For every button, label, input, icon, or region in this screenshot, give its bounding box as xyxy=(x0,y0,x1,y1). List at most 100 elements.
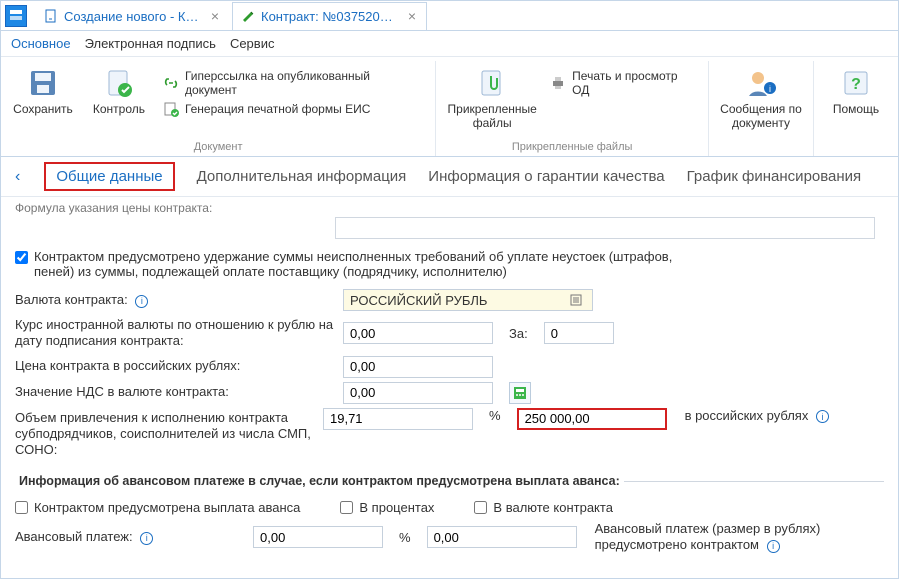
rate-input[interactable] xyxy=(343,322,493,344)
hyperlink-label: Гиперссылка на опубликованный документ xyxy=(185,69,425,97)
form-area: Формула указания цены контракта: Контрак… xyxy=(1,197,898,580)
smp-percent-input[interactable] xyxy=(323,408,473,430)
advance-legend: Информация об авансовом платеже в случае… xyxy=(15,474,624,488)
person-info-icon: i xyxy=(745,67,777,99)
doc-tab-label: Контракт: №0375200005... xyxy=(261,9,400,24)
close-icon[interactable]: × xyxy=(209,8,221,24)
menu-bar: Основное Электронная подпись Сервис xyxy=(1,31,898,57)
smp-suffix: в российских рублях i xyxy=(685,408,829,424)
ribbon-group-label xyxy=(824,139,888,156)
messages-button[interactable]: i Сообщения по документу xyxy=(719,63,803,131)
price-rub-label: Цена контракта в российских рублях: xyxy=(15,358,335,374)
svg-text:?: ? xyxy=(851,76,861,93)
percent-sign: % xyxy=(399,530,411,545)
document-tab-bar: Создание нового - Конт... × Контракт: №0… xyxy=(1,1,898,31)
currency-value: РОССИЙСКИЙ РУБЛЬ xyxy=(350,293,487,308)
print-link-list: Печать и просмотр ОД xyxy=(550,63,698,97)
attached-files-button[interactable]: Прикрепленные файлы xyxy=(446,63,538,131)
app-icon[interactable] xyxy=(5,5,27,27)
menu-main[interactable]: Основное xyxy=(11,36,71,51)
advance-currency-row[interactable]: В валюте контракта xyxy=(474,500,613,515)
control-icon xyxy=(103,67,135,99)
dropdown-icon xyxy=(570,294,586,306)
advance-checkbox[interactable] xyxy=(15,501,28,514)
hyperlink-published-button[interactable]: Гиперссылка на опубликованный документ xyxy=(163,69,425,97)
info-icon[interactable]: i xyxy=(135,295,148,308)
save-label: Сохранить xyxy=(13,103,73,117)
control-label: Контроль xyxy=(93,103,145,117)
doc-tab-contract[interactable]: Контракт: №0375200005... × xyxy=(232,2,427,30)
smp-label: Объем привлечения к исполнению контракта… xyxy=(15,408,315,461)
ribbon-group-label xyxy=(719,139,803,156)
percent-sign: % xyxy=(489,408,501,423)
menu-service[interactable]: Сервис xyxy=(230,36,275,51)
generate-icon xyxy=(163,101,179,117)
advance-pay-label: Авансовый платеж: i xyxy=(15,529,245,545)
rate-label: Курс иностранной валюты по отношению к р… xyxy=(15,315,335,352)
doc-edit-icon xyxy=(241,9,255,23)
tab-scroll-left[interactable]: ‹ xyxy=(13,168,22,186)
rate-per-input[interactable] xyxy=(544,322,614,344)
control-button[interactable]: Контроль xyxy=(87,63,151,117)
printer-icon xyxy=(550,75,566,91)
rate-per-label: За: xyxy=(509,326,528,341)
advance-amount-input[interactable] xyxy=(427,526,577,548)
vat-input[interactable] xyxy=(343,382,493,404)
inner-tab-row: ‹ Общие данные Дополнительная информация… xyxy=(1,157,898,197)
info-icon[interactable]: i xyxy=(767,540,780,553)
doc-tab-new[interactable]: Создание нового - Конт... × xyxy=(35,2,230,30)
ribbon-group-attached: Прикрепленные файлы Печать и просмотр ОД… xyxy=(436,61,709,156)
generate-print-form-button[interactable]: Генерация печатной формы ЕИС xyxy=(163,101,425,117)
paperclip-icon xyxy=(476,67,508,99)
tab-general[interactable]: Общие данные xyxy=(44,162,174,191)
retention-label: Контрактом предусмотрено удержание суммы… xyxy=(34,249,715,279)
help-button[interactable]: ? Помощь xyxy=(824,63,888,117)
doc-tab-label: Создание нового - Конт... xyxy=(64,9,203,24)
currency-label: Валюта контракта: i xyxy=(15,292,335,308)
save-icon xyxy=(27,67,59,99)
print-od-label: Печать и просмотр ОД xyxy=(572,69,698,97)
attached-label: Прикрепленные файлы xyxy=(446,103,538,131)
price-rub-input[interactable] xyxy=(343,356,493,378)
doc-link-list: Гиперссылка на опубликованный документ Г… xyxy=(163,63,425,117)
print-view-od-button[interactable]: Печать и просмотр ОД xyxy=(550,69,698,97)
retention-check-row[interactable]: Контрактом предусмотрено удержание суммы… xyxy=(15,249,715,279)
save-button[interactable]: Сохранить xyxy=(11,63,75,117)
help-label: Помощь xyxy=(833,103,879,117)
advance-check-label: Контрактом предусмотрена выплата аванса xyxy=(34,500,300,515)
formula-label: Формула указания цены контракта: xyxy=(15,201,884,215)
currency-combobox[interactable]: РОССИЙСКИЙ РУБЛЬ xyxy=(343,289,593,311)
retention-checkbox[interactable] xyxy=(15,251,28,264)
svg-text:i: i xyxy=(769,84,771,94)
calculator-icon xyxy=(513,386,527,400)
info-icon[interactable]: i xyxy=(816,410,829,423)
close-icon[interactable]: × xyxy=(406,8,418,24)
ribbon-group-messages: i Сообщения по документу xyxy=(709,61,814,156)
advance-percent-input[interactable] xyxy=(253,526,383,548)
messages-label: Сообщения по документу xyxy=(719,103,803,131)
vat-label: Значение НДС в валюте контракта: xyxy=(15,384,335,400)
advance-note: Авансовый платеж (размер в рублях) преду… xyxy=(595,521,845,553)
advance-currency-checkbox[interactable] xyxy=(474,501,487,514)
advance-percent-label: В процентах xyxy=(359,500,434,515)
formula-field[interactable] xyxy=(335,217,875,239)
help-icon: ? xyxy=(840,67,872,99)
menu-signature[interactable]: Электронная подпись xyxy=(85,36,216,51)
tab-warranty[interactable]: Информация о гарантии качества xyxy=(428,168,664,185)
doc-new-icon xyxy=(44,9,58,23)
advance-check-row[interactable]: Контрактом предусмотрена выплата аванса xyxy=(15,500,300,515)
advance-percent-row[interactable]: В процентах xyxy=(340,500,434,515)
tab-schedule[interactable]: График финансирования xyxy=(687,168,862,185)
ribbon-group-label: Прикрепленные файлы xyxy=(446,139,698,156)
smp-amount-input[interactable] xyxy=(517,408,667,430)
tab-extra[interactable]: Дополнительная информация xyxy=(197,168,407,185)
info-icon[interactable]: i xyxy=(140,532,153,545)
calculator-button[interactable] xyxy=(509,382,531,404)
ribbon-group-label: Документ xyxy=(11,139,425,156)
advance-section: Информация об авансовом платеже в случае… xyxy=(15,474,884,557)
link-icon xyxy=(163,75,179,91)
ribbon: Сохранить Контроль Гиперссылка на опубли… xyxy=(1,57,898,157)
advance-currency-label: В валюте контракта xyxy=(493,500,613,515)
advance-percent-checkbox[interactable] xyxy=(340,501,353,514)
ribbon-group-document: Сохранить Контроль Гиперссылка на опубли… xyxy=(1,61,436,156)
